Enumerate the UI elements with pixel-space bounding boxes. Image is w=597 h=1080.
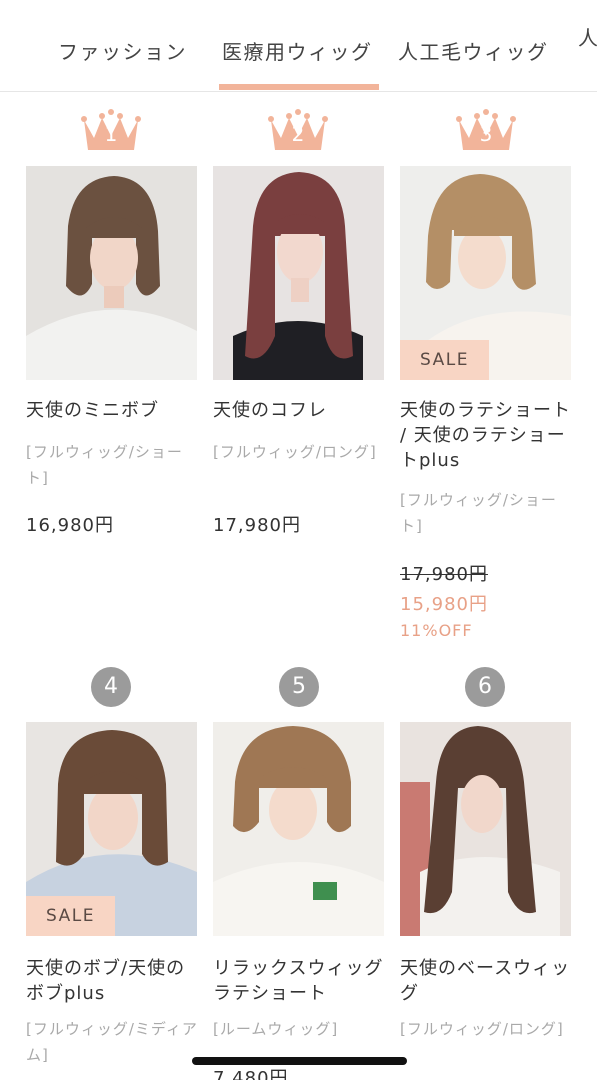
product-image-1[interactable] xyxy=(26,166,197,380)
rank-crown-2: 2 xyxy=(267,108,329,152)
product-category-2: [フルウィッグ/ロング] xyxy=(213,443,377,461)
product-category-5: [ルームウィッグ] xyxy=(213,1020,339,1038)
product-name-4[interactable]: 天使のボブ/天使のボブplus xyxy=(26,956,201,1006)
product-image-6[interactable] xyxy=(400,722,571,936)
product-category-1: [フルウィッグ/ショート] xyxy=(26,443,183,487)
product-price-5: 7,480円 xyxy=(213,1068,289,1080)
sale-badge: SALE xyxy=(400,340,489,380)
active-tab-indicator xyxy=(219,84,379,90)
product-discount-3: 11%OFF xyxy=(400,621,473,640)
sale-badge: SALE xyxy=(26,896,115,936)
product-image-5[interactable] xyxy=(213,722,384,936)
rank-badge-4: 4 xyxy=(91,667,131,707)
rank-crown-1: 1 xyxy=(80,108,142,152)
home-indicator xyxy=(192,1057,407,1065)
product-original-price-3: 17,980円 xyxy=(400,564,488,585)
rank-crown-3: 3 xyxy=(455,108,517,152)
product-category-6: [フルウィッグ/ロング] xyxy=(400,1020,564,1038)
tab-medical-wig[interactable]: 医療用ウィッグ xyxy=(222,36,373,65)
rank-number: 1 xyxy=(104,122,118,146)
product-name-5[interactable]: リラックスウィッグ ラテショート xyxy=(213,956,388,1006)
tab-synthetic-wig[interactable]: 人工毛ウィッグ xyxy=(398,36,549,65)
product-image-3[interactable]: SALE xyxy=(400,166,571,380)
product-image-4[interactable]: SALE xyxy=(26,722,197,936)
product-name-3[interactable]: 天使のラテショート / 天使のラテショートplus xyxy=(400,398,575,473)
rank-number: 2 xyxy=(291,122,305,146)
product-category-3: [フルウィッグ/ショート] xyxy=(400,491,557,535)
tab-fashion[interactable]: ファッション xyxy=(58,36,187,65)
category-tabs: ファッション 医療用ウィッグ 人工毛ウィッグ 人 xyxy=(0,0,597,92)
rank-number: 3 xyxy=(479,122,493,146)
rank-badge-6: 6 xyxy=(465,667,505,707)
product-name-1[interactable]: 天使のミニボブ xyxy=(26,398,201,423)
rank-badge-5: 5 xyxy=(279,667,319,707)
tab-next-partial[interactable]: 人 xyxy=(578,22,597,51)
product-name-2[interactable]: 天使のコフレ xyxy=(213,398,388,423)
product-price-2: 17,980円 xyxy=(213,515,301,536)
product-image-2[interactable] xyxy=(213,166,384,380)
product-name-6[interactable]: 天使のベースウィッグ xyxy=(400,956,575,1006)
product-price-1: 16,980円 xyxy=(26,515,114,536)
product-category-4: [フルウィッグ/ミディアム] xyxy=(26,1020,198,1064)
product-sale-price-3: 15,980円 xyxy=(400,594,488,615)
